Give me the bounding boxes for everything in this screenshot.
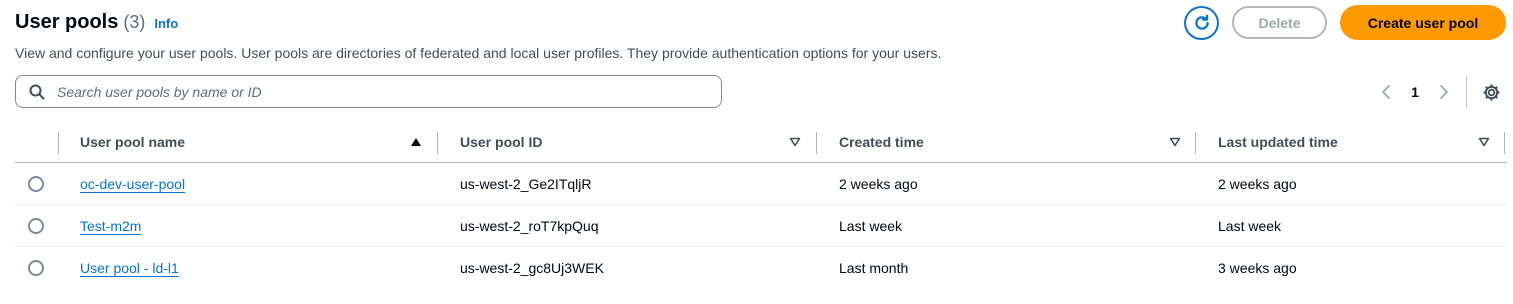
toolbar-divider xyxy=(1466,76,1467,108)
created-time: Last week xyxy=(839,218,903,234)
table-settings-button[interactable] xyxy=(1480,81,1502,103)
info-link[interactable]: Info xyxy=(154,16,178,31)
column-resizer[interactable] xyxy=(1195,132,1196,154)
chevron-right-icon xyxy=(1440,85,1448,99)
created-time: 2 weeks ago xyxy=(839,176,918,192)
user-pool-name-link[interactable]: Test-m2m xyxy=(80,218,141,234)
table-row: Test-m2m us-west-2_roT7kpQuq Last week L… xyxy=(15,205,1507,247)
page-title: User pools xyxy=(15,11,119,33)
gear-icon xyxy=(1482,83,1500,101)
chevron-left-icon xyxy=(1382,85,1390,99)
row-select-radio[interactable] xyxy=(28,176,44,192)
last-updated-time: Last week xyxy=(1218,218,1282,234)
page-description: View and configure your user pools. User… xyxy=(15,45,942,61)
table-row: oc-dev-user-pool us-west-2_Ge2ITqljR 2 w… xyxy=(15,163,1507,205)
search-field[interactable] xyxy=(15,75,722,108)
column-header-updated[interactable]: Last updated time xyxy=(1218,122,1338,162)
column-resizer[interactable] xyxy=(437,132,438,154)
sort-icon[interactable] xyxy=(1168,135,1182,149)
last-updated-time: 3 weeks ago xyxy=(1218,260,1297,276)
column-header-created[interactable]: Created time xyxy=(839,122,924,162)
refresh-button[interactable] xyxy=(1184,6,1219,40)
last-updated-time: 2 weeks ago xyxy=(1218,176,1297,192)
user-pools-table: User pool name User pool ID Created time… xyxy=(15,122,1507,289)
pool-count: (3) xyxy=(123,12,146,32)
create-user-pool-button[interactable]: Create user pool xyxy=(1340,5,1506,40)
next-page-button[interactable] xyxy=(1434,80,1454,104)
page-number-button[interactable]: 1 xyxy=(1396,84,1434,100)
table-row: User pool - ld-l1 us-west-2_gc8Uj3WEK La… xyxy=(15,247,1507,289)
sort-icon[interactable] xyxy=(788,135,802,149)
delete-button[interactable]: Delete xyxy=(1232,6,1327,39)
user-pool-name-link[interactable]: oc-dev-user-pool xyxy=(80,176,185,192)
previous-page-button[interactable] xyxy=(1376,80,1396,104)
sort-icon[interactable] xyxy=(1477,135,1491,149)
user-pool-name-link[interactable]: User pool - ld-l1 xyxy=(80,260,179,276)
refresh-icon xyxy=(1194,14,1209,30)
user-pool-id: us-west-2_Ge2ITqljR xyxy=(460,176,592,192)
created-time: Last month xyxy=(839,260,909,276)
column-header-id[interactable]: User pool ID xyxy=(460,122,542,162)
column-resizer[interactable] xyxy=(1504,132,1505,154)
row-select-radio[interactable] xyxy=(28,260,44,276)
column-divider xyxy=(58,132,59,154)
column-resizer[interactable] xyxy=(816,132,817,154)
pagination: 1 xyxy=(1376,80,1454,104)
search-icon xyxy=(29,84,45,100)
column-header-name[interactable]: User pool name xyxy=(80,122,185,162)
row-select-radio[interactable] xyxy=(28,218,44,234)
user-pool-id: us-west-2_gc8Uj3WEK xyxy=(460,260,604,276)
title-group: User pools (3) Info xyxy=(15,11,178,34)
search-input[interactable] xyxy=(55,82,695,101)
sort-ascending-icon[interactable] xyxy=(409,135,423,149)
table-header: User pool name User pool ID Created time… xyxy=(15,122,1507,163)
user-pool-id: us-west-2_roT7kpQuq xyxy=(460,218,599,234)
